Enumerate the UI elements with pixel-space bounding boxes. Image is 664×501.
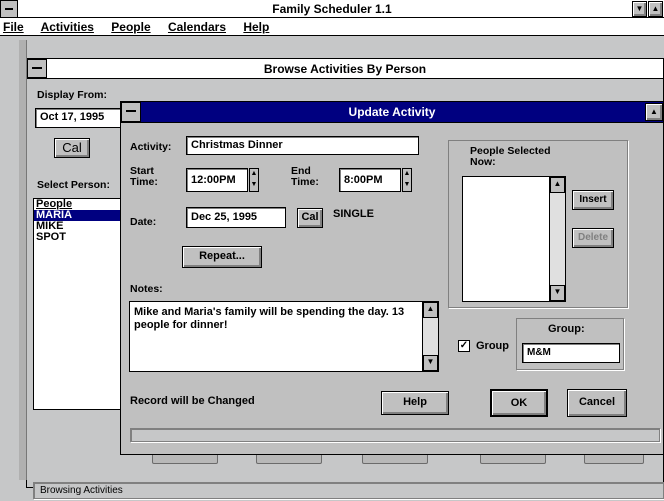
scroll-up-arrow-icon[interactable]: ▲	[550, 177, 565, 193]
group-checkbox-label: Group	[476, 340, 509, 352]
menu-people[interactable]: People	[111, 20, 150, 34]
browse-cal-button[interactable]: Cal	[54, 138, 90, 158]
people-selected-label: People Selected Now:	[470, 145, 551, 168]
date-field[interactable]: Dec 25, 1995	[186, 207, 286, 228]
select-person-label: Select Person:	[37, 179, 110, 191]
delete-button[interactable]: Delete	[572, 228, 614, 248]
scroll-down-arrow-icon[interactable]: ▼	[550, 285, 565, 301]
dialog-progress-strip	[130, 428, 660, 442]
people-selected-list[interactable]: ▲ ▼	[462, 176, 566, 302]
app-title: Family Scheduler 1.1	[272, 2, 392, 16]
ok-button[interactable]: OK	[490, 389, 548, 417]
dialog-title-bar: Update Activity ▲	[121, 102, 663, 123]
status-text: Browsing Activities	[40, 485, 123, 496]
people-list[interactable]: People MARIA MIKE SPOT	[33, 198, 125, 410]
help-button[interactable]: Help	[381, 391, 449, 415]
list-item[interactable]: SPOT	[34, 232, 124, 243]
app-title-bar: Family Scheduler 1.1 ▼ ▲	[0, 0, 664, 18]
menu-file[interactable]: File	[3, 20, 24, 34]
browse-title-bar: Browse Activities By Person	[27, 59, 663, 79]
app-minimize-button[interactable]: ▼	[632, 1, 647, 17]
start-time-field[interactable]: 12:00PM	[186, 168, 248, 192]
group-field-label: Group:	[548, 323, 585, 335]
display-from-label: Display From:	[37, 89, 108, 101]
people-selected-scrollbar[interactable]: ▲ ▼	[549, 177, 565, 301]
app-maximize-button[interactable]: ▲	[648, 1, 663, 17]
menu-calendars[interactable]: Calendars	[168, 20, 226, 34]
browse-title: Browse Activities By Person	[263, 62, 427, 76]
notes-text: Mike and Maria's family will be spending…	[134, 306, 405, 331]
recurrence-label: SINGLE	[333, 208, 374, 220]
status-bar: Browsing Activities	[33, 482, 664, 499]
display-from-field[interactable]: Oct 17, 1995	[35, 108, 123, 128]
start-time-spinner[interactable]: ▲ ▼	[249, 168, 259, 192]
menu-bar: File Activities People Calendars Help	[0, 18, 664, 36]
menu-activities[interactable]: Activities	[41, 20, 94, 34]
group-field[interactable]: M&M	[522, 343, 620, 363]
mdi-left-strip	[19, 40, 27, 480]
activity-label: Activity:	[130, 141, 172, 153]
dialog-maximize-button[interactable]: ▲	[645, 103, 663, 121]
dialog-title: Update Activity	[348, 105, 436, 119]
end-time-field[interactable]: 8:00PM	[339, 168, 401, 192]
insert-button[interactable]: Insert	[572, 190, 614, 210]
notes-textarea[interactable]: Mike and Maria's family will be spending…	[129, 301, 439, 372]
end-time-label: End Time:	[291, 165, 319, 188]
end-time-spinner[interactable]: ▲ ▼	[402, 168, 412, 192]
record-status-message: Record will be Changed	[130, 395, 255, 407]
group-checkbox[interactable]: ✓	[458, 340, 470, 352]
scroll-up-arrow-icon[interactable]: ▲	[423, 302, 438, 318]
activity-field[interactable]: Christmas Dinner	[186, 136, 419, 155]
menu-help[interactable]: Help	[243, 20, 269, 34]
date-label: Date:	[130, 216, 157, 228]
repeat-button[interactable]: Repeat...	[182, 246, 262, 268]
notes-label: Notes:	[130, 283, 163, 295]
notes-scrollbar[interactable]: ▲ ▼	[422, 302, 438, 371]
date-cal-button[interactable]: Cal	[297, 208, 323, 228]
start-time-label: Start Time:	[130, 165, 158, 188]
cancel-button[interactable]: Cancel	[567, 389, 627, 417]
scroll-down-arrow-icon[interactable]: ▼	[423, 355, 438, 371]
